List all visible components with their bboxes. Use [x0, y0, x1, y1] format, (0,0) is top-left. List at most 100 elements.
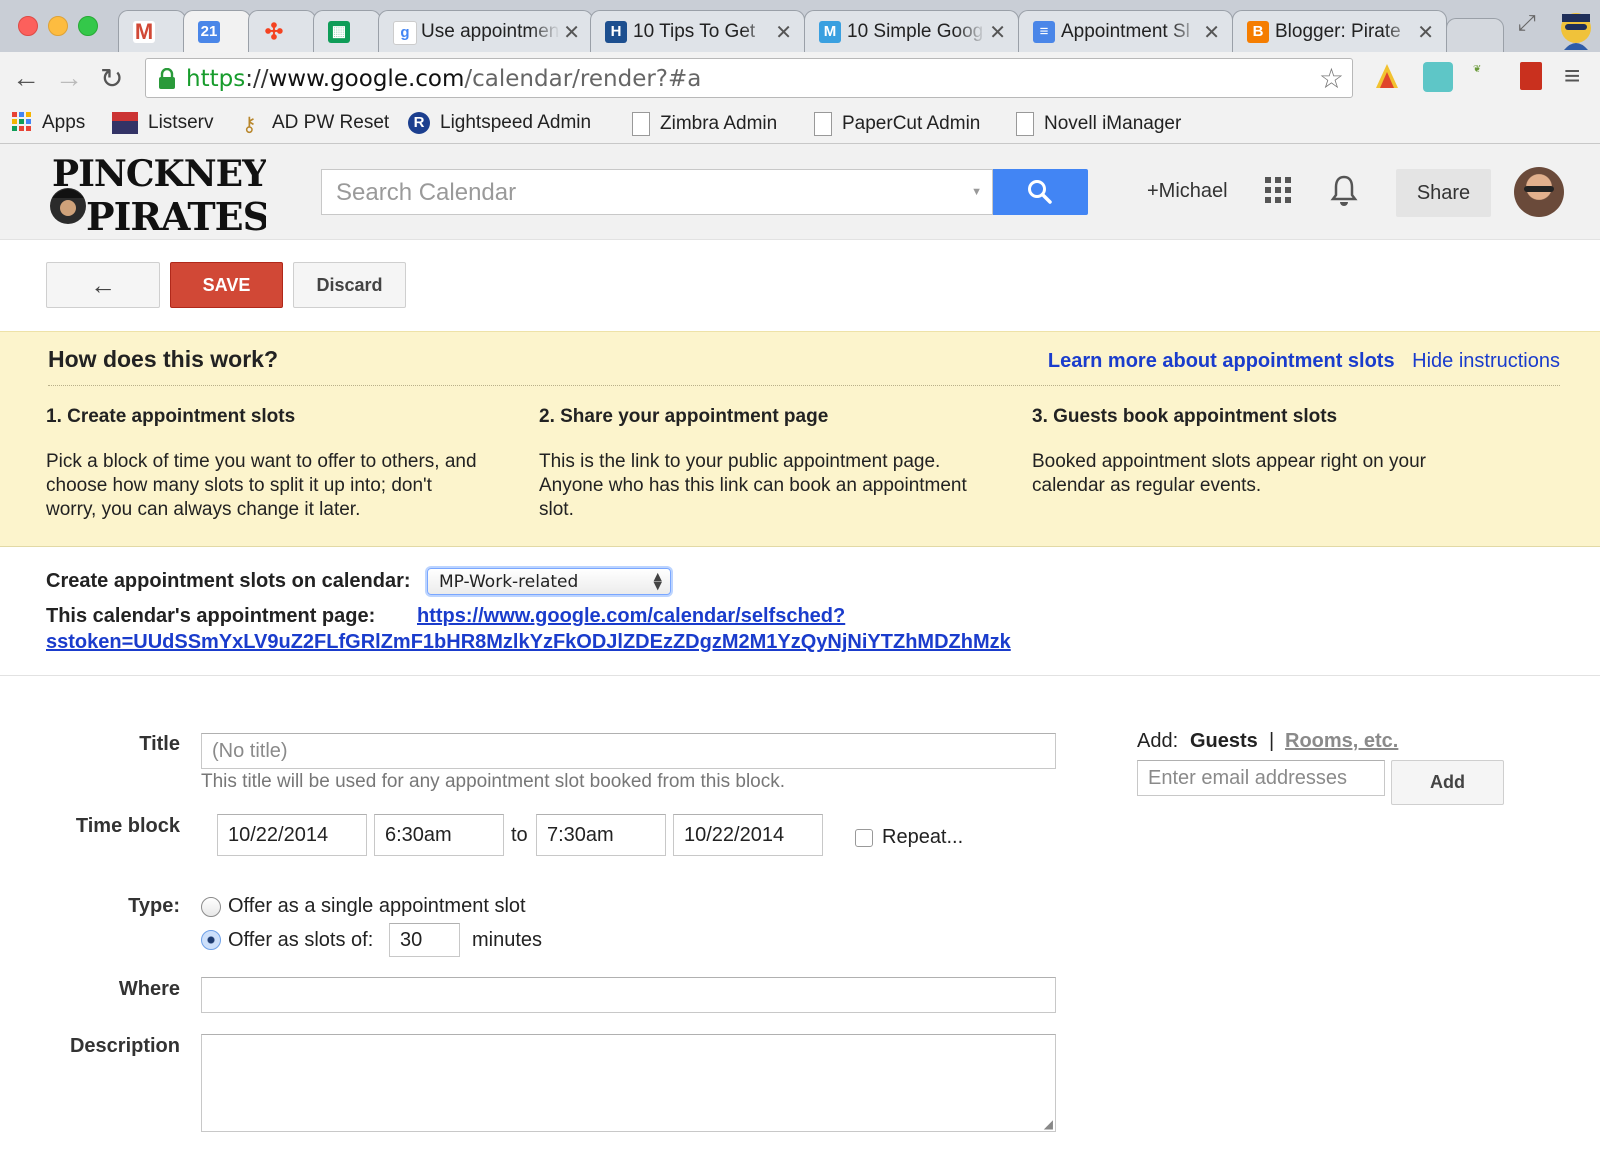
- step-title: 2. Share your appointment page: [539, 406, 829, 427]
- start-time-field[interactable]: [374, 814, 504, 856]
- section-divider: [0, 675, 1600, 676]
- browser-tab[interactable]: ▦: [313, 10, 381, 52]
- browser-toolbar: ← → ↻ https://www.google.com/calendar/re…: [0, 52, 1600, 106]
- bookmark-label: Novell iManager: [1044, 113, 1182, 135]
- bookmark-ad-pw-reset[interactable]: ⚷ AD PW Reset: [242, 112, 389, 136]
- tab-guests[interactable]: Guests: [1190, 730, 1258, 753]
- bookmark-listserv[interactable]: Listserv: [112, 112, 213, 134]
- slot-duration-field[interactable]: [389, 923, 460, 957]
- search-options-caret-icon[interactable]: ▼: [971, 186, 982, 198]
- browser-tab-strip: M 21 ✣ ▦ g Use appointmen ✕ H 10 Tips To…: [0, 0, 1600, 52]
- reload-icon[interactable]: ↻: [100, 62, 123, 95]
- bookmark-apps[interactable]: Apps: [12, 112, 85, 134]
- appointment-page-link-token[interactable]: sstoken=UUdSSmYxLV9uZ2FLfGRlZmF1bHR8Mzlk…: [46, 631, 1011, 654]
- multiple-slots-radio[interactable]: [201, 930, 221, 950]
- appointment-page-link[interactable]: https://www.google.com/calendar/selfsche…: [417, 605, 845, 628]
- user-profile-link[interactable]: +Michael: [1147, 180, 1228, 203]
- browser-tab[interactable]: g Use appointmen ✕: [378, 10, 593, 52]
- instruction-step-1: 1. Create appointment slots Pick a block…: [46, 406, 486, 522]
- title-input[interactable]: [202, 734, 1055, 768]
- blogger-icon: B: [1247, 21, 1269, 43]
- browser-tab[interactable]: ≡ Appointment Sl ✕: [1018, 10, 1233, 52]
- description-textarea[interactable]: [202, 1035, 1055, 1131]
- bookmark-zimbra-admin[interactable]: Zimbra Admin: [632, 112, 777, 136]
- close-tab-icon[interactable]: ✕: [775, 20, 792, 45]
- avatar[interactable]: [1514, 167, 1564, 217]
- browser-tab[interactable]: M: [118, 10, 186, 52]
- close-window-button[interactable]: [18, 16, 38, 36]
- add-guest-button[interactable]: Add: [1391, 760, 1504, 805]
- page-icon: [632, 112, 650, 136]
- apps-launcher-icon[interactable]: [1265, 177, 1291, 208]
- url-scheme: https: [186, 66, 246, 92]
- close-tab-icon[interactable]: ✕: [989, 20, 1006, 45]
- pdf-extension-icon[interactable]: [1520, 62, 1542, 90]
- forward-arrow-icon[interactable]: →: [55, 62, 83, 94]
- calendar-select[interactable]: MP-Work-related ▲ ▼: [427, 568, 671, 595]
- end-date-input[interactable]: [674, 815, 822, 855]
- repeat-checkbox[interactable]: [855, 829, 873, 847]
- browser-tab[interactable]: ✣: [248, 10, 316, 52]
- end-time-input[interactable]: [537, 815, 665, 855]
- repeat-label[interactable]: Repeat...: [882, 826, 963, 849]
- start-date-field[interactable]: [217, 814, 367, 856]
- guest-email-field[interactable]: [1137, 760, 1385, 796]
- profile-avatar-icon[interactable]: [1556, 6, 1596, 50]
- browser-tab[interactable]: H 10 Tips To Get ✕: [590, 10, 805, 52]
- search-calendar-field[interactable]: ▼: [321, 169, 993, 215]
- multiple-slots-label[interactable]: Offer as slots of:: [228, 929, 373, 952]
- instructions-panel: How does this work? Learn more about app…: [0, 331, 1600, 547]
- tab-title: Use appointmen: [421, 21, 560, 43]
- title-field[interactable]: [201, 733, 1056, 769]
- notifications-bell-icon[interactable]: [1330, 174, 1358, 211]
- tab-title: Blogger: Pirate: [1275, 21, 1414, 43]
- back-arrow-icon[interactable]: ←: [12, 62, 40, 94]
- single-slot-label[interactable]: Offer as a single appointment slot: [228, 895, 526, 918]
- search-input[interactable]: [334, 178, 938, 208]
- hide-instructions-link[interactable]: Hide instructions: [1412, 350, 1560, 372]
- start-date-input[interactable]: [218, 815, 366, 855]
- cleanprint-icon[interactable]: ❦: [1473, 64, 1481, 75]
- tab-title: 10 Simple Goog: [847, 21, 986, 43]
- bookmark-papercut-admin[interactable]: PaperCut Admin: [814, 112, 980, 136]
- lightspeed-icon: R: [408, 112, 430, 134]
- new-tab-button[interactable]: [1446, 18, 1504, 52]
- star-bookmark-icon[interactable]: ☆: [1319, 62, 1344, 95]
- address-bar[interactable]: https://www.google.com/calendar/render?#…: [145, 58, 1353, 98]
- resize-handle-icon[interactable]: ◢: [1044, 1117, 1053, 1131]
- where-input[interactable]: [202, 978, 1055, 1012]
- browser-tab[interactable]: B Blogger: Pirate ✕: [1232, 10, 1447, 52]
- bookmark-lightspeed-admin[interactable]: R Lightspeed Admin: [408, 112, 591, 134]
- start-time-input[interactable]: [375, 815, 503, 855]
- save-button[interactable]: SAVE: [170, 262, 283, 308]
- close-tab-icon[interactable]: ✕: [1417, 20, 1434, 45]
- browser-tab[interactable]: 21: [183, 10, 251, 52]
- pinckney-pirates-logo[interactable]: PINCKNEY PIRATES: [46, 150, 270, 239]
- bookmark-label: Listserv: [148, 112, 214, 134]
- screenshot-extension-icon[interactable]: [1423, 62, 1453, 92]
- where-field[interactable]: [201, 977, 1056, 1013]
- share-button[interactable]: Share: [1396, 169, 1491, 217]
- browser-tab[interactable]: M 10 Simple Goog ✕: [804, 10, 1019, 52]
- description-label: Description: [69, 1035, 180, 1057]
- fullscreen-icon[interactable]: ⤢: [1518, 10, 1536, 36]
- single-slot-radio[interactable]: [201, 897, 221, 917]
- end-date-field[interactable]: [673, 814, 823, 856]
- discard-button[interactable]: Discard: [293, 262, 406, 308]
- end-time-field[interactable]: [536, 814, 666, 856]
- tab-rooms[interactable]: Rooms, etc.: [1285, 730, 1398, 753]
- minimize-window-button[interactable]: [48, 16, 68, 36]
- search-button[interactable]: [993, 169, 1088, 215]
- sheets-icon: ▦: [328, 21, 350, 43]
- description-field[interactable]: ◢: [201, 1034, 1056, 1132]
- extension-icon[interactable]: [1372, 62, 1402, 92]
- learn-more-link[interactable]: Learn more about appointment slots: [1048, 350, 1395, 372]
- close-tab-icon[interactable]: ✕: [563, 20, 580, 45]
- back-button[interactable]: ←: [46, 262, 160, 308]
- maximize-window-button[interactable]: [78, 16, 98, 36]
- menu-icon[interactable]: ≡: [1564, 60, 1580, 92]
- close-tab-icon[interactable]: ✕: [1203, 20, 1220, 45]
- slot-duration-input[interactable]: [390, 924, 459, 956]
- guest-email-input[interactable]: [1138, 761, 1384, 795]
- bookmark-novell-imanager[interactable]: Novell iManager: [1016, 112, 1181, 136]
